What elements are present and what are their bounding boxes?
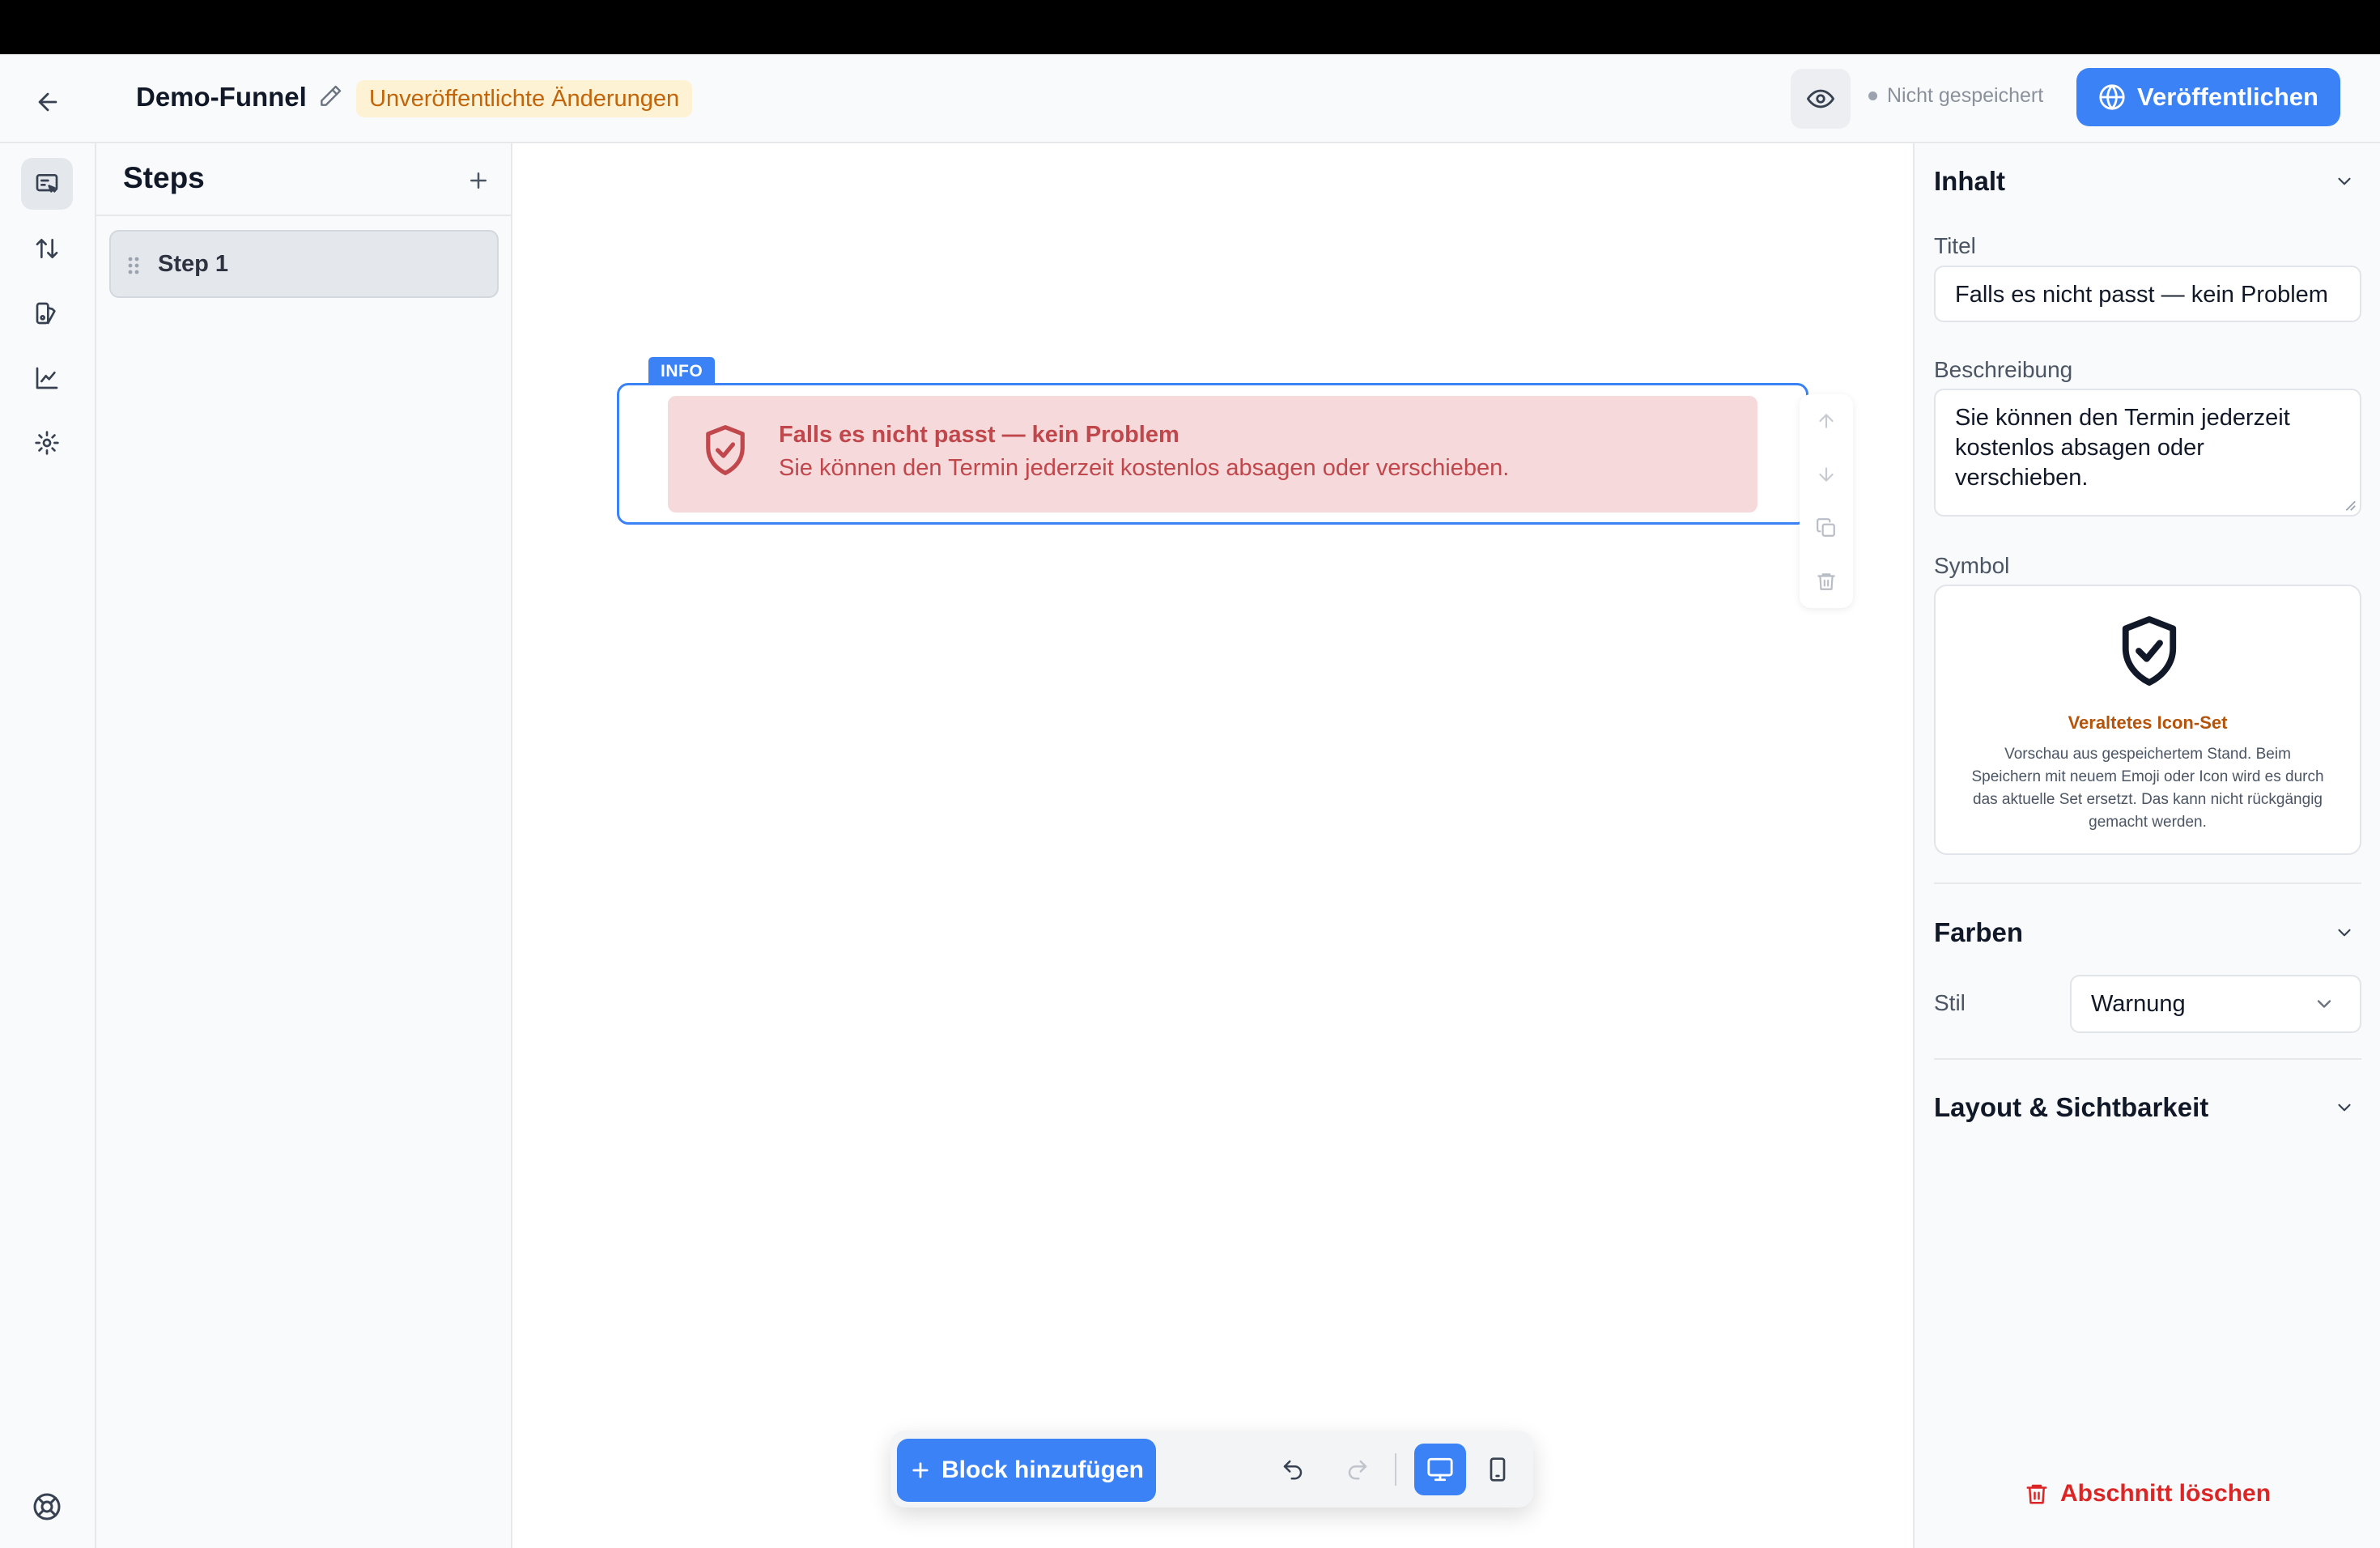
status-dot <box>1868 91 1877 100</box>
shield-check-icon <box>706 425 745 475</box>
rail-sort-button[interactable] <box>21 223 73 274</box>
left-rail <box>0 143 96 1548</box>
duplicate-icon <box>1817 518 1835 537</box>
add-step-button[interactable] <box>461 163 496 198</box>
mobile-view-button[interactable] <box>1472 1444 1524 1495</box>
style-select[interactable]: Warnung <box>2070 975 2361 1033</box>
rail-theme-button[interactable] <box>21 287 73 339</box>
steps-title: Steps <box>123 161 205 194</box>
system-top-bar <box>0 0 2380 54</box>
plus-icon <box>912 1462 929 1478</box>
redo-button[interactable] <box>1332 1444 1383 1495</box>
alert-description: Sie können den Termin jederzeit kostenlo… <box>779 455 1510 481</box>
trash-icon <box>2026 1484 2047 1504</box>
rail-analytics-button[interactable] <box>21 352 73 404</box>
symbol-picker[interactable]: Veraltetes Icon-Set Vorschau aus gespeic… <box>1934 585 2361 855</box>
save-status: Nicht gespeichert <box>1868 84 2043 108</box>
move-down-button[interactable] <box>1800 448 1853 501</box>
redo-icon <box>1348 1460 1367 1480</box>
layout-section-title[interactable]: Layout & Sichtbarkeit <box>1934 1092 2208 1123</box>
desktop-view-button[interactable] <box>1414 1444 1466 1495</box>
resize-handle-icon[interactable] <box>2342 497 2357 512</box>
steps-header: Steps <box>96 143 511 216</box>
editor-icon <box>36 174 58 193</box>
globe-icon <box>2099 84 2125 110</box>
publish-label: Veröffentlichen <box>2137 83 2318 111</box>
chevron-down-icon[interactable] <box>2332 1095 2357 1120</box>
block-tools <box>1800 394 1853 608</box>
pencil-icon[interactable] <box>317 83 346 113</box>
help-icon <box>33 1493 61 1520</box>
content-section-title[interactable]: Inhalt <box>1934 166 2005 197</box>
save-status-text: Nicht gespeichert <box>1887 84 2044 107</box>
description-label: Beschreibung <box>1934 357 2073 382</box>
arrow-up-icon <box>1819 414 1834 428</box>
trash-icon <box>1817 573 1835 590</box>
toolbar-separator <box>1395 1453 1396 1486</box>
eye-icon <box>1807 89 1834 108</box>
theme-icon <box>36 302 56 325</box>
settings-icon <box>35 431 59 455</box>
properties-panel: Inhalt Titel Falls es nicht passt — kein… <box>1913 143 2380 1548</box>
funnel-name[interactable]: Demo-Funnel <box>136 82 307 113</box>
alert-title: Falls es nicht passt — kein Problem <box>779 422 1179 448</box>
rail-editor-button[interactable] <box>21 158 73 210</box>
delete-section-button[interactable]: Abschnitt löschen <box>2025 1480 2271 1508</box>
publish-button[interactable]: Veröffentlichen <box>2076 68 2340 126</box>
style-label: Stil <box>1934 990 1966 1015</box>
description-textarea[interactable]: Sie können den Termin jederzeit kostenlo… <box>1934 389 2361 517</box>
shield-check-icon <box>2122 616 2177 686</box>
legacy-icon-set-title: Veraltetes Icon-Set <box>2068 712 2228 733</box>
rail-settings-button[interactable] <box>21 417 73 469</box>
divider <box>1934 882 2361 884</box>
delete-block-button[interactable] <box>1800 555 1853 608</box>
title-input[interactable]: Falls es nicht passt — kein Problem <box>1934 266 2361 322</box>
phone-icon <box>1490 1457 1506 1482</box>
monitor-icon <box>1427 1457 1453 1482</box>
divider <box>1934 1058 2361 1060</box>
style-select-value: Warnung <box>2091 991 2186 1017</box>
editor-canvas <box>512 143 1913 1548</box>
rail-help-button[interactable] <box>21 1481 73 1533</box>
delete-section-label: Abschnitt löschen <box>2060 1480 2272 1507</box>
undo-button[interactable] <box>1267 1444 1319 1495</box>
arrow-left-icon <box>38 92 57 112</box>
undo-icon <box>1283 1460 1303 1480</box>
step-label: Step 1 <box>158 251 229 277</box>
info-alert-block[interactable]: Falls es nicht passt — kein Problem Sie … <box>668 396 1757 512</box>
chevron-down-icon <box>2317 1000 2331 1008</box>
step-item[interactable]: Step 1 <box>109 230 499 298</box>
plus-icon <box>470 172 487 189</box>
duplicate-button[interactable] <box>1800 501 1853 555</box>
unpublished-changes-badge: Unveröffentlichte Änderungen <box>356 80 693 117</box>
bottom-toolbar: Block hinzufügen <box>890 1431 1533 1508</box>
steps-panel: Steps Step 1 <box>96 143 512 1548</box>
add-block-button[interactable]: Block hinzufügen <box>897 1439 1156 1502</box>
colors-section-title[interactable]: Farben <box>1934 917 2023 948</box>
add-block-label: Block hinzufügen <box>941 1457 1144 1483</box>
back-button[interactable] <box>24 79 71 125</box>
chevron-down-icon[interactable] <box>2332 169 2357 194</box>
preview-button[interactable] <box>1791 69 1851 129</box>
description-text: Sie können den Termin jederzeit kostenlo… <box>1955 405 2290 491</box>
title-label: Titel <box>1934 233 1976 258</box>
legacy-icon-set-text: Vorschau aus gespeichertem Stand. Beim S… <box>1971 746 2324 831</box>
arrow-down-icon <box>1819 467 1834 482</box>
drag-handle-icon[interactable] <box>125 254 142 277</box>
symbol-label: Symbol <box>1934 553 2010 578</box>
app-header: Demo-Funnel Unveröffentlichte Änderungen… <box>0 54 2380 143</box>
move-up-button[interactable] <box>1800 394 1853 448</box>
block-type-tag: INFO <box>648 357 716 386</box>
chevron-down-icon[interactable] <box>2332 921 2357 945</box>
analytics-icon <box>36 367 58 389</box>
sort-icon <box>36 239 58 258</box>
